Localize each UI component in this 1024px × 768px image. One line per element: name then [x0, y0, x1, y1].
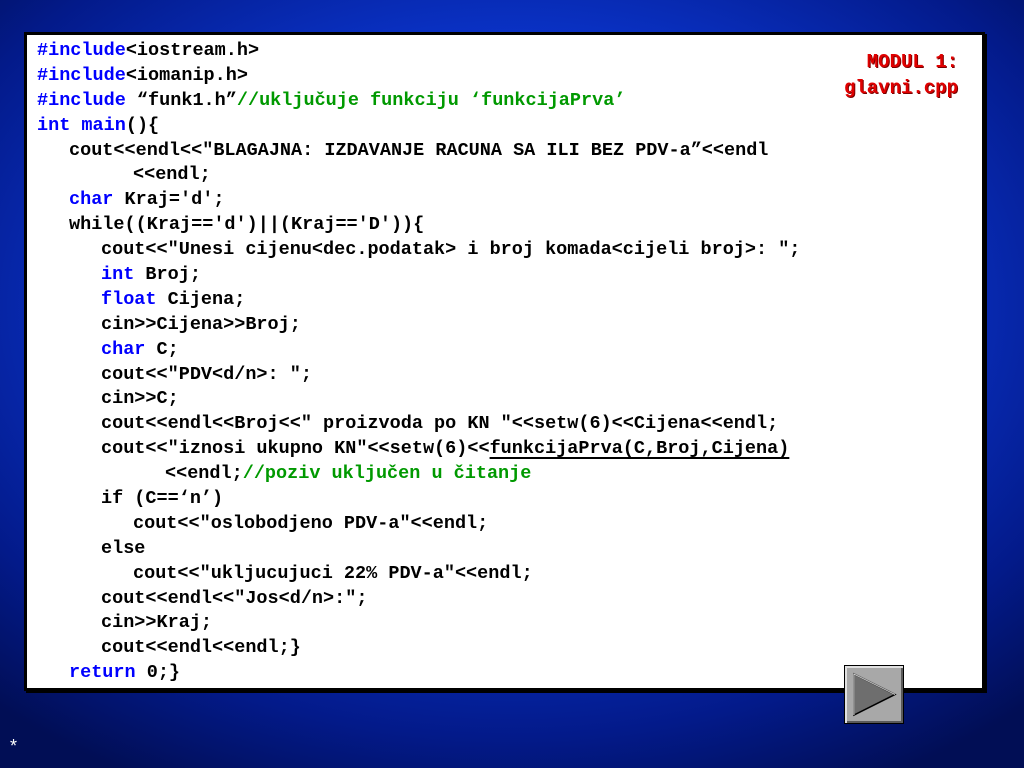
code-line-9: cout<<"Unesi cijenu<dec.podatak> i broj … [101, 239, 801, 261]
code-line-1: #include<iostream.h> [37, 39, 800, 64]
code-line-14: cout<<"PDV<d/n>: "; [101, 363, 312, 385]
code-line-21: else [101, 537, 146, 559]
module-title-line1: MODUL 1: [866, 51, 958, 73]
module-title-line2: glavni.cpp [843, 77, 958, 99]
code-comment: //poziv uključen u čitanje [242, 463, 532, 485]
keyword: int [37, 114, 71, 136]
code-line-23: cout<<endl<<"Jos<d/n>:"; [101, 587, 368, 609]
next-slide-button[interactable] [844, 665, 904, 724]
code-line-8: while((Kraj=='d')||(Kraj=='D')){ [69, 214, 425, 236]
code-text: <iomanip.h> [125, 64, 248, 86]
code-text: <<endl; [165, 463, 243, 485]
code-line-22: cout<<"ukljucujuci 22% PDV-a"<<endl; [133, 562, 533, 584]
keyword: #include [37, 40, 126, 61]
code-line-25: cout<<endl<<endl;} [101, 637, 301, 659]
code-line-17: cout<<"iznosi ukupno KN"<<setw(6)<<funkc… [37, 437, 800, 462]
keyword: main [81, 114, 126, 136]
code-text: Kraj='d'; [113, 189, 225, 211]
code-text: cout<<"iznosi ukupno KN"<<setw(6)<< [101, 438, 490, 460]
keyword: char [69, 189, 114, 211]
code-text: “funk1.h” [125, 89, 237, 111]
code-text: (){ [125, 114, 160, 136]
code-line-5: cout<<endl<<"BLAGAJNA: IZDAVANJE RACUNA … [69, 139, 769, 161]
code-listing: #include<iostream.h> #include<iomanip.h>… [37, 39, 800, 686]
keyword: #include [37, 89, 126, 111]
code-line-11: float Cijena; [37, 288, 800, 313]
code-line-18: <<endl;//poziv uključen u čitanje [37, 462, 800, 487]
play-triangle-icon [853, 672, 897, 717]
code-line-26: return 0;} [37, 661, 800, 686]
code-panel: MODUL 1: glavni.cpp #include<iostream.h>… [24, 32, 985, 691]
code-line-2: #include<iomanip.h> [37, 64, 800, 89]
code-line-6: <<endl; [133, 164, 211, 186]
code-line-12: cin>>Cijena>>Broj; [101, 313, 301, 335]
keyword: int [101, 264, 135, 286]
code-line-15: cin>>C; [101, 388, 179, 410]
code-line-4: int main(){ [37, 114, 800, 139]
code-line-7: char Kraj='d'; [37, 188, 800, 213]
footer-asterisk: * [10, 736, 18, 756]
keyword: #include [37, 64, 126, 86]
code-text: 0;} [135, 662, 181, 684]
code-line-3: #include “funk1.h”//uključuje funkciju ‘… [37, 89, 800, 114]
code-text: <iostream.h> [125, 40, 260, 61]
code-line-24: cin>>Kraj; [101, 612, 213, 634]
keyword: char [101, 338, 146, 360]
code-line-16: cout<<endl<<Broj<<" proizvoda po KN "<<s… [101, 413, 779, 435]
code-text: Broj; [134, 264, 201, 286]
code-text: C; [145, 338, 179, 360]
code-line-20: cout<<"oslobodjeno PDV-a"<<endl; [133, 512, 489, 534]
code-line-10: int Broj; [37, 263, 800, 288]
code-line-13: char C; [37, 338, 800, 363]
function-call: funkcijaPrva(C,Broj,Cijena) [489, 438, 790, 460]
keyword: return [69, 662, 136, 684]
keyword: float [101, 288, 157, 310]
code-text: Cijena; [156, 288, 246, 310]
module-title: MODUL 1: glavni.cpp [844, 49, 958, 101]
code-comment: //uključuje funkciju ‘funkcijaPrva’ [236, 89, 626, 111]
code-line-19: if (C==‘n’) [101, 488, 224, 510]
